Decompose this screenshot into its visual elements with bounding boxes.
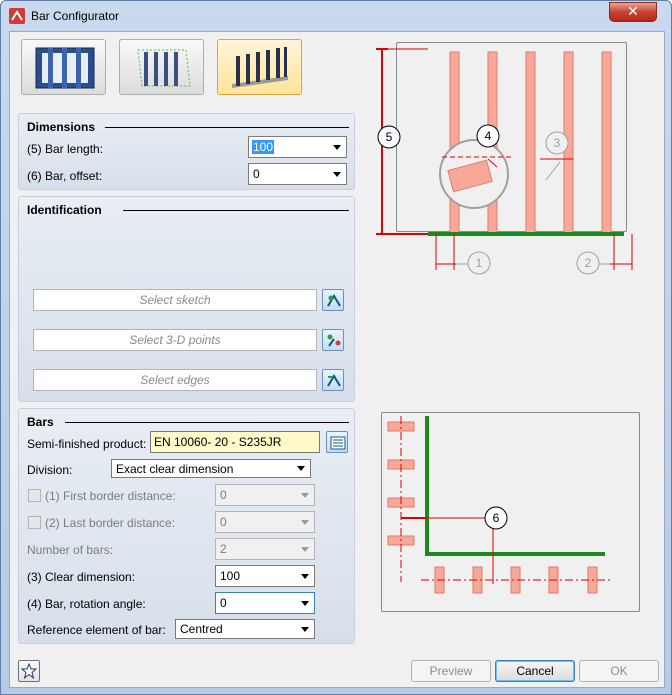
select-sketch-button[interactable]: [322, 289, 344, 311]
last-border-value: 0: [220, 515, 227, 529]
chevron-down-icon: [301, 493, 309, 498]
callout-4: 4: [485, 129, 492, 143]
chevron-down-icon: [301, 601, 309, 606]
dimensions-title: Dimensions: [27, 120, 96, 134]
clear-dimension-label: (3) Clear dimension:: [27, 570, 136, 584]
callout-6: 6: [493, 511, 500, 525]
callout-5: 5: [386, 130, 393, 144]
dimensions-divider: [105, 127, 349, 128]
bar-length-combo[interactable]: 100: [248, 136, 347, 158]
favorites-button[interactable]: [18, 660, 40, 682]
first-border-label: (1) First border distance:: [45, 489, 176, 503]
bar-offset-label: (6) Bar, offset:: [27, 169, 103, 183]
bar-configurator-window: Bar Configurator ✕ Dimensions (5) Bar le…: [0, 0, 672, 695]
identification-divider: [123, 210, 349, 211]
number-of-bars-combo[interactable]: 2: [215, 538, 315, 560]
variant-grid-button[interactable]: [119, 39, 204, 95]
chevron-down-icon: [301, 520, 309, 525]
chevron-down-icon: [301, 627, 309, 632]
first-border-combo[interactable]: 0: [215, 484, 315, 506]
bar-length-label: (5) Bar length:: [27, 142, 104, 156]
first-border-checkbox[interactable]: [28, 489, 41, 502]
identification-title: Identification: [27, 203, 102, 217]
close-icon: ✕: [627, 4, 639, 20]
rotation-angle-combo[interactable]: 0: [215, 592, 315, 614]
last-border-combo[interactable]: 0: [215, 511, 315, 533]
callout-3: 3: [554, 136, 561, 150]
dialog-client: Dimensions (5) Bar length: 100 (6) Bar, …: [9, 31, 665, 688]
app-icon: [9, 8, 25, 24]
top-diagram-graphics: 5 4 3 1 2: [376, 48, 633, 275]
callout-1: 1: [476, 256, 483, 270]
pick-points-icon: [327, 334, 341, 347]
preview-button[interactable]: Preview: [411, 660, 491, 682]
bar-offset-value: 0: [253, 167, 260, 181]
pick-sketch-icon: [327, 294, 341, 307]
cancel-button[interactable]: Cancel: [495, 660, 575, 682]
catalog-icon: [330, 436, 346, 450]
reference-element-label: Reference element of bar:: [27, 623, 166, 637]
chevron-down-icon: [301, 547, 309, 552]
select-edges-field[interactable]: Select edges: [33, 369, 317, 391]
dimensions-group: Dimensions (5) Bar length: 100 (6) Bar, …: [18, 113, 355, 190]
bar-1: [449, 51, 460, 235]
bars-title: Bars: [27, 415, 54, 429]
bars-divider: [65, 422, 349, 423]
division-combo[interactable]: Exact clear dimension: [111, 459, 311, 478]
pick-edges-icon: [327, 374, 341, 387]
select-edges-button[interactable]: [322, 369, 344, 391]
reference-element-combo[interactable]: Centred: [175, 619, 315, 639]
close-button[interactable]: ✕: [609, 2, 657, 22]
bar-3: [525, 51, 536, 235]
bars-group: Bars Semi-finished product: EN 10060- 20…: [18, 408, 355, 644]
semi-finished-catalog-button[interactable]: [326, 431, 348, 453]
select-sketch-field[interactable]: Select sketch: [33, 289, 317, 311]
chevron-down-icon: [301, 574, 309, 579]
last-border-checkbox[interactable]: [28, 516, 41, 529]
bar-5: [601, 51, 612, 235]
chevron-down-icon: [333, 172, 341, 177]
reference-element-value: Centred: [180, 622, 223, 636]
title-bar: Bar Configurator ✕: [1, 1, 671, 31]
first-border-value: 0: [220, 488, 227, 502]
select-points-field[interactable]: Select 3-D points: [33, 329, 317, 351]
identification-group: Identification Select sketch Select 3-D …: [18, 196, 355, 402]
select-points-button[interactable]: [322, 329, 344, 351]
clear-dimension-combo[interactable]: 100: [215, 565, 315, 587]
chevron-down-icon: [333, 145, 341, 150]
callout-2: 2: [585, 256, 592, 270]
dim-3-leader: [545, 161, 561, 181]
rotation-angle-label: (4) Bar, rotation angle:: [27, 597, 146, 611]
semi-finished-value: EN 10060- 20 - S235JR: [154, 435, 282, 449]
division-label: Division:: [27, 463, 73, 477]
frame-variant-icon: [35, 47, 95, 89]
last-border-label: (2) Last border distance:: [45, 516, 176, 530]
bottom-diagram-graphics: 6: [387, 416, 613, 594]
semi-finished-label: Semi-finished product:: [27, 437, 147, 451]
chevron-down-icon: [297, 466, 305, 471]
bar-length-value: 100: [252, 140, 275, 154]
variant-frame-button[interactable]: [21, 39, 106, 95]
semi-finished-input[interactable]: EN 10060- 20 - S235JR: [150, 431, 320, 453]
star-icon: [21, 663, 37, 679]
window-title: Bar Configurator: [31, 9, 120, 23]
bars-variant-icon: [232, 47, 288, 88]
division-value: Exact clear dimension: [116, 462, 234, 476]
rotation-angle-value: 0: [220, 596, 227, 610]
grid-variant-icon: [137, 49, 191, 87]
clear-dimension-value: 100: [220, 569, 241, 583]
ok-button[interactable]: OK: [579, 660, 659, 682]
variant-bars-button[interactable]: [217, 39, 302, 95]
number-of-bars-label: Number of bars:: [27, 543, 114, 557]
bar-offset-combo[interactable]: 0: [248, 163, 347, 185]
number-of-bars-value: 2: [220, 542, 227, 556]
